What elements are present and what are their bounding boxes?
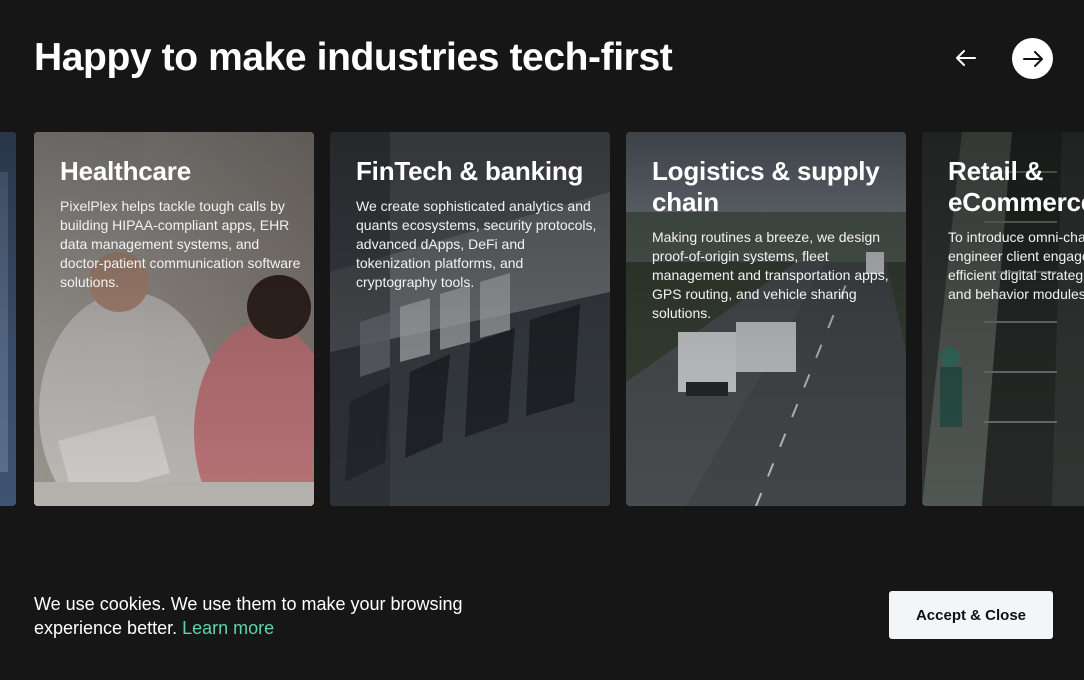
- page-title: Happy to make industries tech-first: [34, 36, 673, 79]
- card-description: To introduce omni-channel, we engineer c…: [948, 229, 1084, 302]
- accept-close-button[interactable]: Accept & Close: [889, 591, 1053, 639]
- card-description: PixelPlex helps tackle tough calls by bu…: [60, 198, 301, 290]
- card-title: FinTech & banking: [356, 156, 584, 186]
- industries-carousel[interactable]: Healthcare PixelPlex helps tackle tough …: [0, 132, 1084, 506]
- arrow-left-icon: [956, 50, 976, 66]
- industry-card-logistics[interactable]: Logistics & supply chain Making routines…: [626, 132, 906, 506]
- card-title: Logistics & supply chain: [652, 156, 880, 217]
- learn-more-link[interactable]: Learn more: [182, 618, 274, 638]
- card-description: Making routines a breeze, we design proo…: [652, 229, 889, 321]
- industry-card-healthcare[interactable]: Healthcare PixelPlex helps tackle tough …: [34, 132, 314, 506]
- industry-card-fintech[interactable]: FinTech & banking We create sophisticate…: [330, 132, 610, 506]
- card-title: Retail & eCommerce: [948, 156, 1084, 217]
- carousel-prev-button[interactable]: [946, 38, 986, 78]
- industry-card-retail[interactable]: Retail & eCommerce To introduce omni-cha…: [922, 132, 1084, 506]
- card-description: We create sophisticated analytics and qu…: [356, 198, 597, 290]
- card-title: Healthcare: [60, 156, 191, 186]
- carousel-card-previous[interactable]: [0, 132, 16, 506]
- cookie-banner-text: We use cookies. We use them to make your…: [34, 592, 504, 640]
- arrow-right-icon: [1022, 50, 1043, 67]
- carousel-next-button[interactable]: [1012, 38, 1053, 79]
